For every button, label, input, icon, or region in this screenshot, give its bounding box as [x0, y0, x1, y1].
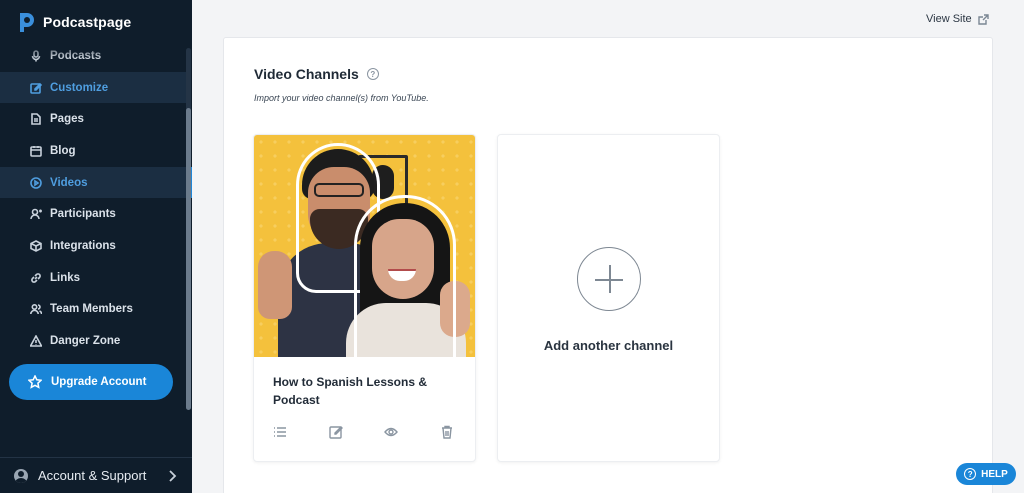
sidebar-item-label: Videos	[50, 176, 88, 189]
sidebar-item-label: Customize	[50, 81, 109, 94]
add-channel-label: Add another channel	[543, 338, 674, 353]
page-title: Video Channels ?	[254, 66, 379, 82]
video-channel-card: How to Spanish Lessons & Podcast	[253, 134, 476, 462]
sidebar-nav: Podcasts Customize Pages Blog Videos Par…	[0, 40, 192, 357]
eye-icon[interactable]	[384, 425, 400, 441]
upgrade-account-button[interactable]: Upgrade Account	[9, 364, 173, 400]
sidebar-item-label: Team Members	[50, 303, 133, 316]
play-circle-icon	[30, 176, 42, 189]
view-site-link[interactable]: View Site	[926, 13, 989, 25]
sidebar-item-integrations[interactable]: Integrations	[0, 230, 186, 262]
sidebar-item-label: Blog	[50, 144, 76, 157]
link-icon	[30, 272, 42, 284]
sidebar-scrollbar-thumb[interactable]	[186, 108, 191, 410]
list-icon[interactable]	[273, 425, 289, 441]
document-icon	[30, 113, 42, 126]
account-support-label: Account & Support	[38, 468, 147, 483]
external-link-icon	[977, 13, 989, 25]
help-question-icon: ?	[964, 468, 977, 480]
add-channel-card[interactable]: Add another channel	[497, 134, 720, 462]
thumbnail-outline	[354, 195, 456, 357]
brand-name: Podcastpage	[43, 14, 132, 30]
sidebar-item-label: Danger Zone	[50, 335, 121, 348]
trash-icon[interactable]	[440, 425, 456, 441]
sidebar-item-team-members[interactable]: Team Members	[0, 294, 186, 326]
sidebar-item-label: Integrations	[50, 239, 116, 252]
upgrade-account-label: Upgrade Account	[51, 376, 147, 388]
help-button[interactable]: ? HELP	[956, 463, 1016, 485]
user-plus-icon	[30, 208, 42, 220]
pencil-square-icon	[30, 82, 42, 94]
sidebar-item-participants[interactable]: Participants	[0, 198, 186, 230]
brand[interactable]: Podcastpage	[17, 10, 131, 34]
edit-icon[interactable]	[329, 425, 345, 441]
page-subtitle: Import your video channel(s) from YouTub…	[254, 93, 429, 103]
star-icon	[28, 375, 42, 389]
chevron-right-icon	[166, 469, 178, 483]
sidebar-item-links[interactable]: Links	[0, 262, 186, 294]
question-circle-icon[interactable]: ?	[366, 68, 379, 80]
sidebar-item-label: Participants	[50, 208, 116, 221]
channel-thumbnail[interactable]	[254, 135, 475, 357]
help-label: HELP	[981, 468, 1008, 480]
sidebar-item-pages[interactable]: Pages	[0, 103, 186, 135]
thumbnail-person-hand	[258, 251, 292, 319]
user-avatar-icon	[14, 468, 28, 483]
sidebar-item-label: Pages	[50, 113, 84, 126]
plus-circle-icon[interactable]	[577, 247, 641, 311]
calendar-icon	[30, 145, 42, 157]
podcastpage-logo-icon	[20, 13, 34, 32]
warning-icon	[30, 335, 42, 347]
channel-title: How to Spanish Lessons & Podcast	[273, 375, 428, 407]
sidebar-item-blog[interactable]: Blog	[0, 135, 186, 167]
channel-actions	[273, 425, 463, 441]
users-icon	[30, 303, 42, 315]
sidebar-item-customize[interactable]: Customize	[0, 71, 186, 104]
cube-icon	[30, 240, 42, 252]
microphone-icon	[30, 50, 42, 62]
video-channels-panel: Video Channels ? Import your video chann…	[223, 37, 993, 493]
page-title-text: Video Channels	[254, 66, 359, 82]
sidebar: Podcastpage Podcasts Customize Pages Blo…	[0, 0, 192, 493]
sidebar-item-podcasts[interactable]: Podcasts	[0, 40, 186, 72]
account-support-menu[interactable]: Account & Support	[0, 457, 192, 493]
sidebar-item-danger-zone[interactable]: Danger Zone	[0, 325, 186, 357]
sidebar-item-label: Links	[50, 271, 81, 284]
sidebar-item-label: Podcasts	[50, 49, 102, 62]
sidebar-item-videos[interactable]: Videos	[0, 166, 192, 199]
view-site-label: View Site	[926, 13, 972, 25]
